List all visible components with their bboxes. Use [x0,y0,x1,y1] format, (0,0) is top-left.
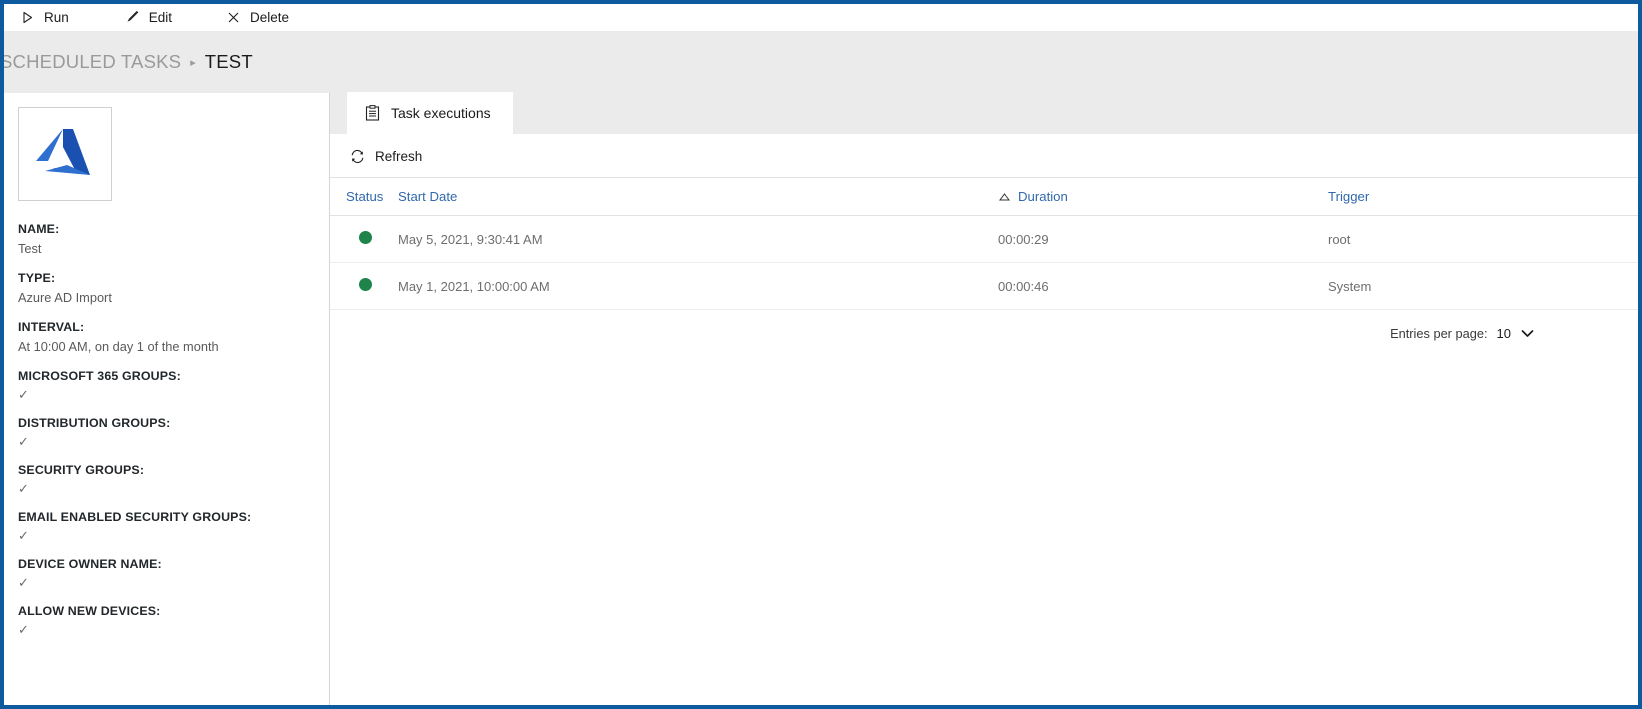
delete-button[interactable]: Delete [222,4,303,30]
status-dot-green [359,278,372,291]
property-label: ALLOW NEW DEVICES: [18,604,161,618]
property-label: NAME: [18,222,60,236]
edit-button-label: Edit [148,9,173,25]
property-interval: INTERVAL: At 10:00 AM, on day 1 of the m… [18,319,313,355]
cell-status [330,215,398,263]
cell-trigger: System [1328,262,1638,310]
property-label: DEVICE OWNER NAME: [18,557,162,571]
detail-pane: NAME: Test TYPE: Azure AD Import INTERVA… [4,93,330,705]
refresh-icon [350,149,365,164]
clipboard-list-icon [364,105,380,121]
content-pane: Task executions Refresh Status Start Dat… [330,92,1638,705]
property-name: NAME: Test [18,221,313,257]
property-value: ✓ [18,434,29,449]
property-microsoft-365-groups: MICROSOFT 365 GROUPS: ✓ [18,368,313,402]
azure-logo-icon [33,127,97,181]
sort-ascending-icon [998,191,1010,203]
cell-start-date: May 1, 2021, 10:00:00 AM [398,262,998,310]
property-device-owner-name: DEVICE OWNER NAME: ✓ [18,556,313,590]
column-header-label: Trigger [1328,189,1370,204]
property-label: DISTRIBUTION GROUPS: [18,416,171,430]
entries-per-page-label: Entries per page: [1390,326,1488,341]
executions-table: Status Start Date Duration Trigger May 5… [330,178,1638,310]
executions-table-wrap: Status Start Date Duration Trigger May 5… [330,178,1638,705]
page-title: TEST [204,51,253,72]
status-dot-green [359,231,372,244]
property-label: EMAIL ENABLED SECURITY GROUPS: [18,510,252,524]
play-icon [20,10,35,25]
property-value: ✓ [18,481,29,496]
property-value: ✓ [18,387,29,402]
property-value: Azure AD Import [18,290,112,305]
refresh-button-label: Refresh [375,148,423,164]
run-button[interactable]: Run [16,4,83,30]
entries-per-page-value[interactable]: 10 [1497,326,1511,341]
table-toolbar: Refresh [330,135,1638,178]
property-allow-new-devices: ALLOW NEW DEVICES: ✓ [18,603,313,637]
property-value: ✓ [18,575,29,590]
cell-status [330,262,398,310]
tab-task-executions[interactable]: Task executions [347,92,513,134]
task-logo [18,107,112,201]
cell-duration: 00:00:46 [998,262,1328,310]
table-row[interactable]: May 5, 2021, 9:30:41 AM 00:00:29 root [330,215,1638,263]
property-label: MICROSOFT 365 GROUPS: [18,369,181,383]
tabstrip: Task executions [330,92,1638,135]
property-value: ✓ [18,622,29,637]
property-label: SECURITY GROUPS: [18,463,145,477]
refresh-button[interactable]: Refresh [348,145,430,168]
column-header-status[interactable]: Status [330,178,398,216]
column-header-label: Duration [1018,189,1068,204]
column-header-label: Start Date [398,189,458,204]
property-value: At 10:00 AM, on day 1 of the month [18,339,219,354]
column-header-start-date[interactable]: Start Date [398,178,998,216]
breadcrumb-parent[interactable]: SCHEDULED TASKS [4,51,181,73]
delete-button-label: Delete [250,9,290,25]
breadcrumb-separator-icon: ▸ [190,57,196,69]
property-label: INTERVAL: [18,320,85,334]
close-x-icon [226,10,241,25]
property-security-groups: SECURITY GROUPS: ✓ [18,462,313,496]
table-header-row: Status Start Date Duration Trigger [330,178,1638,216]
table-row[interactable]: May 1, 2021, 10:00:00 AM 00:00:46 System [330,262,1638,310]
cell-duration: 00:00:29 [998,215,1328,263]
property-distribution-groups: DISTRIBUTION GROUPS: ✓ [18,415,313,449]
property-value: Test [18,241,42,256]
cell-trigger: root [1328,215,1638,263]
property-value: ✓ [18,528,29,543]
property-list: NAME: Test TYPE: Azure AD Import INTERVA… [18,221,313,637]
property-label: TYPE: [18,271,56,285]
run-button-label: Run [44,9,69,25]
pagination-control: Entries per page: 10 [330,310,1638,341]
column-header-trigger[interactable]: Trigger [1328,178,1638,216]
command-bar: Run Edit Delete [4,4,1638,31]
column-header-label: Status [346,189,384,204]
breadcrumb-band: SCHEDULED TASKS ▸ TEST [4,31,1638,93]
task-detail-window: Run Edit Delete SCHEDULED TASKS ▸ TEST N… [0,0,1642,709]
cell-start-date: May 5, 2021, 9:30:41 AM [398,215,998,263]
chevron-down-icon[interactable] [1520,327,1534,341]
column-header-duration[interactable]: Duration [998,178,1328,216]
body-split: NAME: Test TYPE: Azure AD Import INTERVA… [4,92,1638,705]
property-email-enabled-security-groups: EMAIL ENABLED SECURITY GROUPS: ✓ [18,509,313,543]
tab-label: Task executions [391,105,491,121]
pencil-icon [125,10,140,25]
property-type: TYPE: Azure AD Import [18,270,313,306]
edit-button[interactable]: Edit [121,4,186,30]
breadcrumb: SCHEDULED TASKS ▸ TEST [4,51,253,73]
